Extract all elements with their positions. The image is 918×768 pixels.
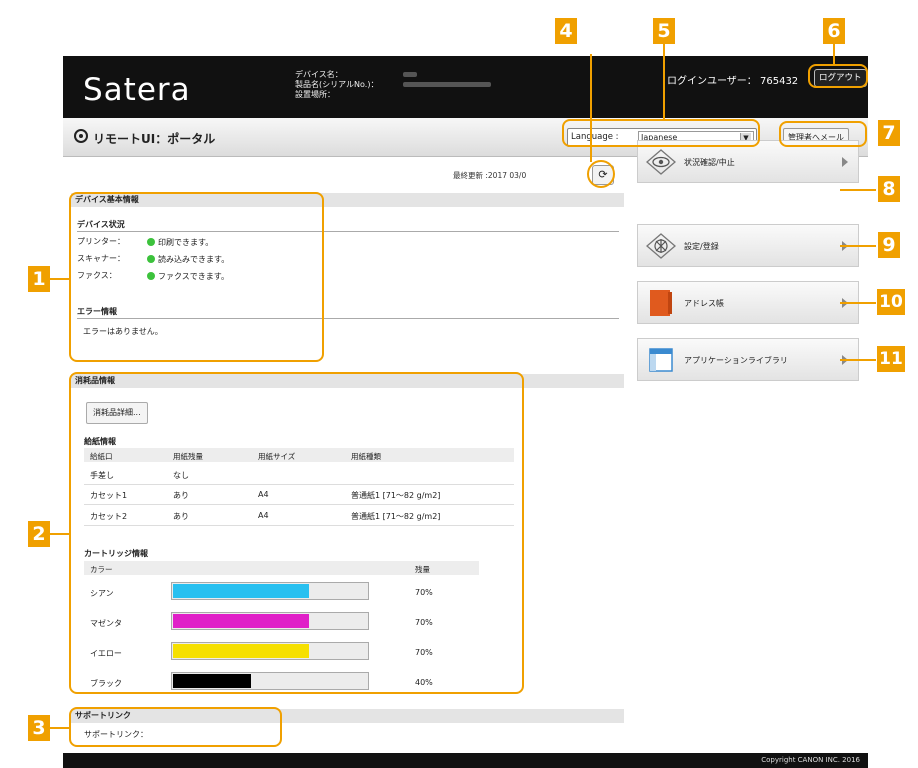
last-updated-text: 最終更新 :2017 03/0: [453, 171, 527, 180]
nav-settings[interactable]: 設定/登録: [637, 224, 859, 267]
product-name-label: 製品名(シリアルNo.)：: [295, 80, 379, 89]
nav-application-library[interactable]: アプリケーションライブラリ: [637, 338, 859, 381]
nav-label: 状況確認/中止: [684, 158, 735, 167]
application-library-icon: [649, 348, 673, 372]
nav-label: アドレス帳: [684, 299, 724, 308]
callout-8-badge: 8: [878, 176, 900, 202]
callout-6-outline: [808, 64, 868, 88]
location-label: 設置場所：: [295, 90, 335, 99]
callout-4-outline: [587, 160, 615, 188]
callout-7-outline: [779, 121, 867, 147]
callout-1-leader: [50, 278, 70, 280]
callout-4-badge: 4: [555, 18, 577, 44]
device-name-value-redacted: [403, 72, 417, 77]
nav-address-book[interactable]: アドレス帳: [637, 281, 859, 324]
callout-2-outline: [69, 372, 524, 694]
device-name-label: デバイス名：: [295, 70, 343, 79]
callout-3-leader: [50, 727, 70, 729]
callout-6-leader: [833, 44, 835, 65]
product-name-value-redacted: [403, 82, 491, 87]
footer-bar: Copyright CANON INC. 2016: [63, 753, 868, 768]
nav-label: アプリケーションライブラリ: [684, 356, 788, 365]
callout-3-outline: [69, 707, 282, 747]
callout-5-badge: 5: [653, 18, 675, 44]
callout-7-badge: 7: [878, 120, 900, 146]
callout-1-outline: [69, 192, 324, 362]
callout-3-badge: 3: [28, 715, 50, 741]
remote-ui-icon: [74, 129, 88, 143]
login-user-value: 765432: [760, 76, 799, 87]
callout-8-leader: [840, 189, 876, 191]
chevron-right-icon: [842, 157, 848, 167]
address-book-icon: [650, 290, 672, 316]
copyright-text: Copyright CANON INC. 2016: [761, 756, 860, 764]
callout-11-badge: 11: [877, 346, 905, 372]
callout-5-leader: [663, 44, 665, 120]
callout-2-badge: 2: [28, 521, 50, 547]
callout-9-badge: 9: [878, 232, 900, 258]
callout-9-leader: [840, 245, 876, 247]
callout-5-outline: [562, 119, 760, 147]
callout-6-badge: 6: [823, 18, 845, 44]
header-bar: Satera デバイス名： 製品名(シリアルNo.)： 設置場所： ログインユー…: [63, 56, 868, 118]
settings-icon: [646, 233, 676, 259]
login-user-label-text: ログインユーザー：: [667, 76, 757, 87]
eye-icon: [646, 149, 676, 175]
callout-10-leader: [840, 302, 876, 304]
satera-logo: Satera: [83, 72, 191, 108]
callout-11-leader: [840, 359, 876, 361]
login-user-label: ログインユーザー： 765432: [667, 72, 798, 87]
callout-10-badge: 10: [877, 289, 905, 315]
callout-2-leader: [50, 533, 70, 535]
page-title: リモートUI：ポータル: [93, 132, 216, 146]
callout-1-badge: 1: [28, 266, 50, 292]
nav-label: 設定/登録: [684, 242, 719, 251]
